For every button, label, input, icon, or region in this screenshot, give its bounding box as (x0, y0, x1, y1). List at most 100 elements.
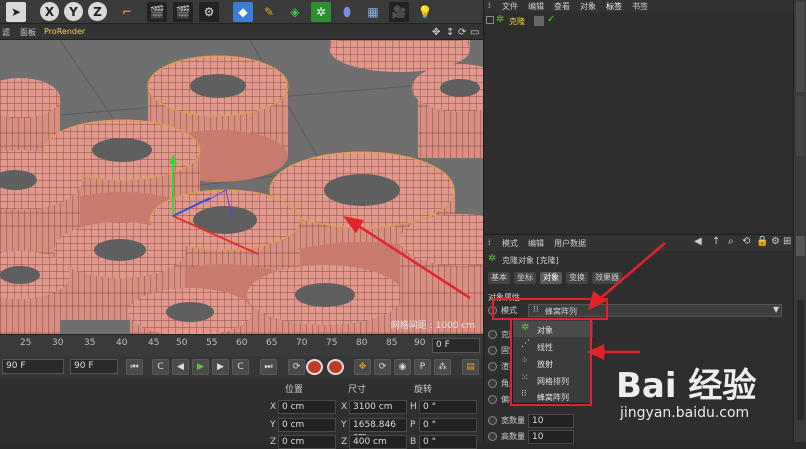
tab-object[interactable]: 对象 (540, 272, 562, 284)
auto-key-icon[interactable] (327, 359, 344, 375)
move-key-icon[interactable]: ✥ (354, 359, 371, 375)
dropdown-highlight-box (510, 318, 592, 406)
viewport-menu-prorender[interactable]: ProRender (44, 27, 85, 36)
objmgr-menu-file[interactable]: 文件 (502, 1, 518, 12)
viewport-menu-panel[interactable]: 面板 (20, 27, 36, 38)
pen-icon[interactable]: ✎ (259, 2, 279, 22)
objmgr-menu-edit[interactable]: 编辑 (528, 1, 544, 12)
expand-toggle-icon[interactable] (486, 16, 494, 24)
deformer-icon[interactable]: ⬮ (337, 2, 357, 22)
render-settings-icon[interactable]: ⚙ (199, 2, 219, 22)
up-arrow-icon[interactable]: ↑ (712, 236, 720, 247)
rotate-key-icon[interactable]: ⟳ (374, 359, 391, 375)
height-count-radio[interactable] (488, 432, 497, 441)
sidebar-tab-attributes[interactable] (796, 236, 805, 256)
end-frame-field-b[interactable]: 90 F (70, 359, 118, 374)
lock-icon[interactable]: 🔒 (756, 236, 768, 247)
history-icon[interactable]: ⟲ (742, 236, 750, 247)
cloner-object-icon: ✲ (488, 253, 497, 264)
timeline-tick: 90 (414, 338, 426, 348)
scale-key-icon[interactable]: ◉ (394, 359, 411, 375)
settings-icon[interactable]: ⚙ (771, 236, 780, 247)
cloner-object-icon: ✲ (496, 14, 505, 25)
attrmgr-menu-userdata[interactable]: 用户数据 (554, 238, 586, 249)
tab-effectors[interactable]: 效果器 (592, 272, 622, 284)
layer-icon[interactable] (534, 16, 544, 26)
maximize-view-icon[interactable]: ▭ (470, 27, 479, 38)
objmgr-menu-objects[interactable]: 对象 (580, 1, 596, 12)
current-frame-field[interactable]: 0 F (432, 338, 480, 353)
select-icon[interactable]: ➤ (6, 2, 26, 22)
next-frame-icon[interactable]: ▶ (212, 359, 229, 375)
loop-icon[interactable]: ⟳ (288, 359, 305, 375)
cloner-icon[interactable]: ✲ (311, 2, 331, 22)
move-view-icon[interactable]: ✥ (432, 27, 440, 38)
objmgr-menu-view[interactable]: 查看 (554, 1, 570, 12)
axis-z-icon[interactable]: Z (88, 2, 107, 21)
coord-axis-label: Z (341, 437, 348, 447)
axis-x-icon[interactable]: X (40, 2, 59, 21)
attrmgr-menu-mode[interactable]: 模式 (502, 238, 518, 249)
object-row-cloner[interactable]: ✲ 克隆 ✓ (484, 14, 794, 28)
pla-key-icon[interactable]: ⁂ (434, 359, 451, 375)
coordinate-system-icon[interactable]: ⌐ (117, 2, 137, 22)
tab-basic[interactable]: 基本 (488, 272, 510, 284)
object-name[interactable]: 克隆 (509, 16, 525, 27)
previous-key-icon[interactable]: C (152, 359, 169, 375)
width-count-field[interactable]: 10 (528, 414, 574, 428)
objmgr-menu-tags[interactable]: 标签 (606, 1, 622, 12)
back-arrow-icon[interactable]: ◀ (694, 236, 702, 247)
render-view-icon[interactable]: 🎬 (147, 2, 167, 22)
property-radio[interactable] (488, 395, 497, 404)
width-count-radio[interactable] (488, 416, 497, 425)
subdivision-icon[interactable]: ◈ (285, 2, 305, 22)
cube-icon[interactable]: ◆ (233, 2, 253, 22)
rotation-axis-label: H (410, 402, 417, 412)
timeline-icon[interactable]: ▤ (462, 359, 479, 375)
previous-frame-icon[interactable]: ◀ (172, 359, 189, 375)
attribute-manager-menu: ⁞ 模式 编辑 用户数据 ◀ ↑ ⌕ ⟲ 🔒 ⚙ ⊞ (484, 235, 793, 251)
objmgr-menu-bookmarks[interactable]: 书签 (632, 1, 648, 12)
timeline-ruler[interactable]: 25 30 35 40 45 50 55 60 65 70 75 80 85 9… (0, 334, 483, 356)
record-icon[interactable] (306, 359, 323, 375)
property-radio[interactable] (488, 362, 497, 371)
go-to-end-icon[interactable]: ⏭ (260, 359, 277, 375)
rotation-h-field[interactable]: 0 ° (419, 400, 477, 414)
play-icon[interactable]: ▶ (192, 359, 209, 375)
search-icon[interactable]: ⌕ (728, 236, 734, 247)
go-to-start-icon[interactable]: ⏮ (126, 359, 143, 375)
tab-coordinates[interactable]: 坐标 (514, 272, 536, 284)
property-radio[interactable] (488, 346, 497, 355)
zoom-view-icon[interactable]: ↕ (446, 27, 454, 38)
end-frame-field-a[interactable]: 90 F (2, 359, 64, 374)
scrollbar[interactable] (797, 300, 804, 420)
render-picture-viewer-icon[interactable]: 🎬 (173, 2, 193, 22)
timeline-tick: 80 (356, 338, 368, 348)
light-icon[interactable]: 💡 (415, 2, 435, 22)
rotation-b-field[interactable]: 0 ° (419, 435, 477, 449)
next-key-icon[interactable]: C (232, 359, 249, 375)
viewport-menu-filter[interactable]: 滤 (2, 27, 10, 38)
sidebar-tab-objects[interactable] (796, 2, 805, 92)
enabled-check-icon[interactable]: ✓ (547, 14, 555, 25)
position-z-field[interactable]: 0 cm (278, 435, 336, 449)
rotation-p-field[interactable]: 0 ° (419, 418, 477, 432)
tab-transform[interactable]: 变换 (566, 272, 588, 284)
size-y-field[interactable]: 1658.846 cm (349, 418, 407, 442)
attrmgr-menu-edit[interactable]: 编辑 (528, 238, 544, 249)
property-radio[interactable] (488, 379, 497, 388)
camera-icon[interactable]: 🎥 (389, 2, 409, 22)
timeline-tick: 35 (84, 338, 96, 348)
param-key-icon[interactable]: P (414, 359, 431, 375)
property-radio[interactable] (488, 330, 497, 339)
axis-y-icon[interactable]: Y (64, 2, 83, 21)
position-y-field[interactable]: 0 cm (278, 418, 336, 432)
rotate-view-icon[interactable]: ⟳ (458, 27, 466, 38)
sidebar-tab-content[interactable] (796, 96, 805, 156)
position-x-field[interactable]: 0 cm (278, 400, 336, 414)
size-x-field[interactable]: 3100 cm (349, 400, 407, 414)
new-panel-icon[interactable]: ⊞ (783, 236, 791, 247)
size-z-field[interactable]: 400 cm (349, 435, 407, 449)
floor-icon[interactable]: ▦ (363, 2, 383, 22)
3d-viewport[interactable]: 网格间距 : 1000 cm (0, 40, 483, 334)
